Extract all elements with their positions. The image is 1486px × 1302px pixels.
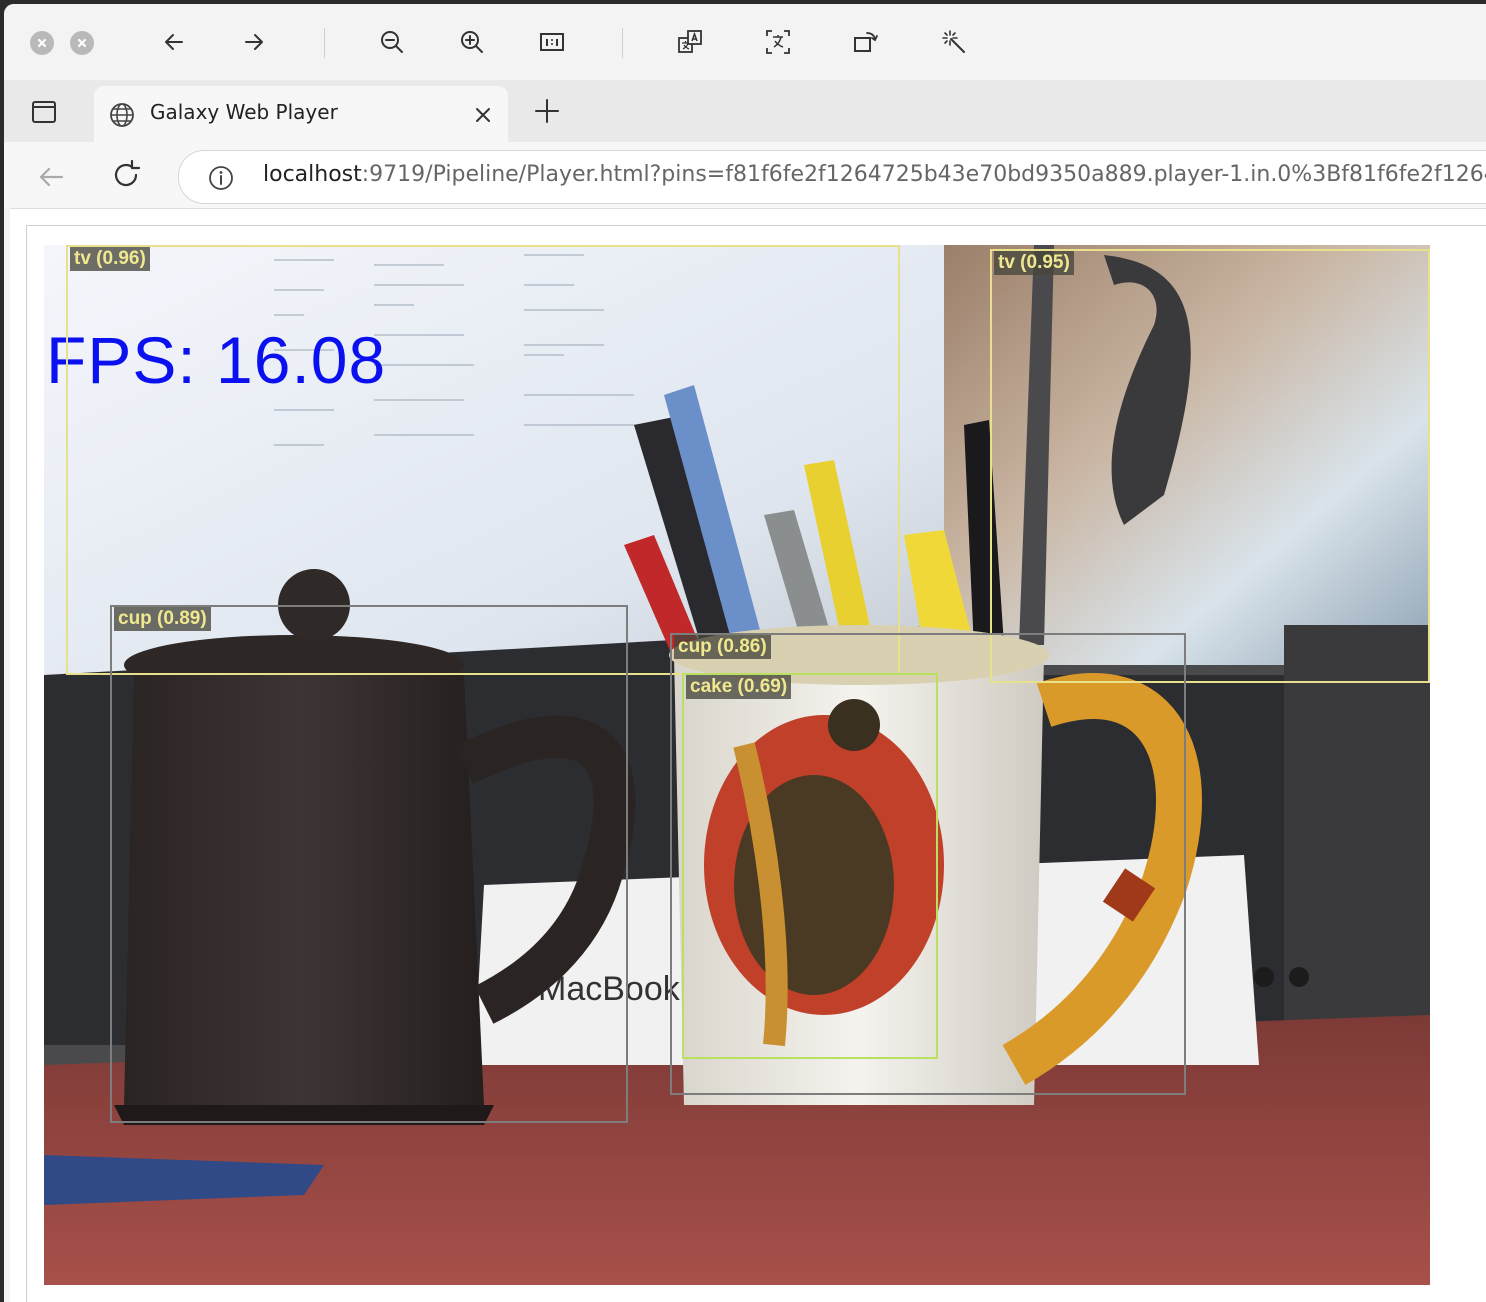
sidebar-toggle-icon[interactable] — [30, 98, 58, 126]
detection-label: cake (0.69) — [686, 675, 792, 699]
reload-icon[interactable] — [110, 158, 144, 192]
minimize-circle-icon[interactable] — [70, 31, 94, 55]
toolbar-separator — [324, 28, 325, 58]
video-canvas: MacBook FPS: 16.08 tv (0.96) tv (0.95) c… — [44, 245, 1430, 1285]
address-bar[interactable]: localhost:9719/Pipeline/Player.html?pins… — [178, 150, 1486, 204]
translate-icon[interactable] — [672, 24, 708, 60]
detection-label: cup (0.86) — [674, 635, 771, 659]
viewer-toolbar — [4, 4, 1486, 80]
tab-close-icon[interactable] — [472, 104, 494, 126]
detection-label: cup (0.89) — [114, 607, 211, 631]
arrow-left-icon[interactable] — [156, 24, 192, 60]
magic-wand-icon[interactable] — [936, 24, 972, 60]
url-host: localhost — [263, 162, 362, 187]
page-content: MacBook FPS: 16.08 tv (0.96) tv (0.95) c… — [10, 208, 1486, 1302]
text-select-icon[interactable] — [760, 24, 796, 60]
detection-box-tv-2: tv (0.95) — [990, 249, 1430, 683]
close-circle-icon[interactable] — [30, 31, 54, 55]
zoom-out-icon[interactable] — [374, 24, 410, 60]
globe-icon — [110, 103, 134, 127]
detection-label: tv (0.96) — [70, 247, 150, 271]
new-tab-icon[interactable] — [532, 96, 562, 126]
tab-strip: Galaxy Web Player — [4, 80, 1486, 142]
app-window: Galaxy Web Player localhost:9719/Pipelin… — [4, 4, 1486, 1302]
info-icon[interactable] — [207, 164, 235, 192]
url-text: localhost:9719/Pipeline/Player.html?pins… — [263, 162, 1486, 187]
actual-size-icon[interactable] — [534, 24, 570, 60]
detection-box-cup-1: cup (0.89) — [110, 605, 628, 1123]
detection-box-cake: cake (0.69) — [682, 673, 938, 1059]
address-row: localhost:9719/Pipeline/Player.html?pins… — [4, 142, 1486, 208]
back-icon[interactable] — [34, 160, 68, 194]
toolbar-separator — [622, 28, 623, 58]
rotate-icon[interactable] — [848, 24, 884, 60]
arrow-right-icon[interactable] — [236, 24, 272, 60]
detection-label: tv (0.95) — [994, 251, 1074, 275]
tab-title: Galaxy Web Player — [150, 100, 338, 124]
zoom-in-icon[interactable] — [454, 24, 490, 60]
url-path: :9719/Pipeline/Player.html?pins=f81f6fe2… — [361, 162, 1486, 187]
tab-galaxy-web-player[interactable]: Galaxy Web Player — [94, 86, 508, 142]
